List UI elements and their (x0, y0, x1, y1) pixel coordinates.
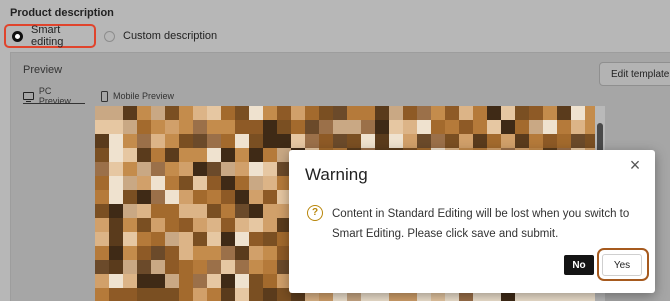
product-description-title: Product description (10, 7, 114, 19)
custom-description-label: Custom description (123, 30, 218, 42)
dialog-title: Warning (305, 165, 368, 184)
dialog-message: Content in Standard Editing will be lost… (332, 208, 630, 240)
warning-dialog: Warning × ? Content in Standard Editing … (289, 150, 655, 293)
preview-label: Preview (23, 64, 63, 76)
smart-editing-label: Smart editing (31, 24, 64, 48)
radio-unchecked-icon (104, 30, 115, 42)
edit-template-button[interactable]: Edit template (599, 62, 670, 86)
tab-mobile-preview[interactable]: Mobile Preview (101, 88, 174, 104)
yes-button[interactable]: Yes (602, 254, 642, 276)
warning-icon: ? (307, 205, 323, 221)
close-icon[interactable]: × (627, 156, 643, 174)
tab-pc-preview[interactable]: PC Preview (23, 86, 85, 106)
radio-checked-icon (12, 30, 23, 42)
tab-mobile-preview-label: Mobile Preview (113, 91, 175, 101)
mobile-phone-icon (101, 90, 108, 102)
smart-editing-radio[interactable]: Smart editing (4, 24, 96, 48)
active-tab-indicator (23, 103, 85, 104)
custom-description-radio[interactable]: Custom description (104, 24, 217, 48)
desktop-icon (23, 92, 34, 102)
no-button[interactable]: No (564, 255, 594, 275)
description-mode-radio-group: Smart editing Custom description (4, 24, 264, 48)
